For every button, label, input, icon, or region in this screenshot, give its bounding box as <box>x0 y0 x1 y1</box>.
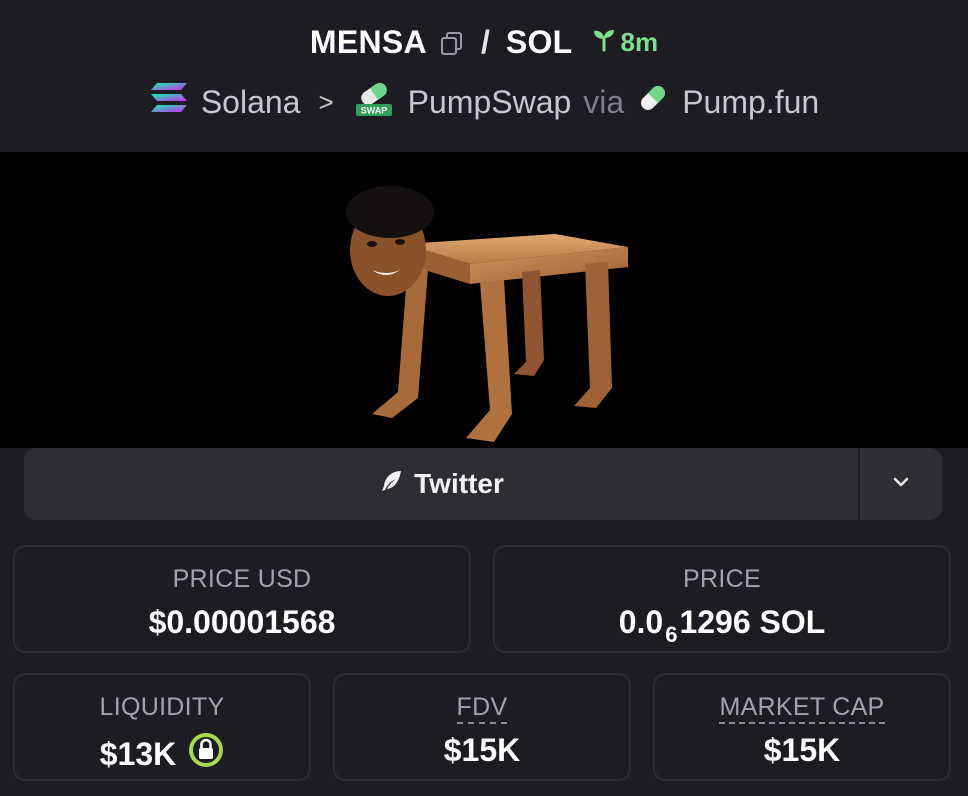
more-socials-button[interactable] <box>860 448 942 520</box>
pair-header: MENSA / SOL 8m Solana > SWAP PumpSwap vi… <box>0 0 968 152</box>
price-usd-label: PRICE USD <box>172 565 312 593</box>
price-usd-card: PRICE USD $0.00001568 <box>13 545 471 653</box>
feather-icon <box>378 468 404 501</box>
pumpswap-icon: SWAP <box>352 78 396 126</box>
market-cap-label[interactable]: MARKET CAP <box>719 693 885 724</box>
lock-icon[interactable] <box>188 732 224 776</box>
via-label: via <box>583 83 625 120</box>
price-label: PRICE <box>683 565 761 593</box>
market-cap-card: MARKET CAP $15K <box>653 673 951 781</box>
fdv-label[interactable]: FDV <box>456 693 508 724</box>
token-banner-image <box>0 152 968 448</box>
quote-symbol: SOL <box>505 24 573 60</box>
sprout-icon <box>591 26 617 59</box>
liquidity-card: LIQUIDITY $13K <box>13 673 311 781</box>
twitter-label: Twitter <box>414 468 504 499</box>
fdv-label-wrap: FDV <box>335 693 629 724</box>
dex-link[interactable]: PumpSwap <box>408 84 572 121</box>
chain-link[interactable]: Solana <box>201 84 301 121</box>
price-zero-count: 6 <box>665 621 678 647</box>
market-cap-label-wrap: MARKET CAP <box>655 693 949 724</box>
price-usd-value: $0.00001568 <box>148 604 336 640</box>
pair-title-row: MENSA / SOL 8m <box>0 24 968 61</box>
liquidity-row: $13K <box>15 732 309 776</box>
socials-bar: Twitter <box>24 448 942 520</box>
price-prefix: 0.0 <box>618 604 664 640</box>
liquidity-label: LIQUIDITY <box>99 693 225 721</box>
chevron-down-icon <box>891 475 911 494</box>
chain-breadcrumb: Solana > SWAP PumpSwap via Pump.fun <box>0 78 968 126</box>
twitter-button[interactable]: Twitter <box>24 448 858 520</box>
pumpswap-badge-text: SWAP <box>360 106 387 116</box>
price-card: PRICE 0.0 6 1296 SOL <box>493 545 951 653</box>
launchpad-link[interactable]: Pump.fun <box>682 84 819 121</box>
copy-icon[interactable] <box>439 30 465 56</box>
fdv-value: $15K <box>443 732 521 768</box>
price-value: 0.0 6 1296 SOL <box>495 604 949 647</box>
pair-separator: / <box>480 24 490 60</box>
price-suffix: 1296 SOL <box>679 604 826 640</box>
market-cap-value: $15K <box>763 732 841 768</box>
chevron-right-icon: > <box>318 86 334 117</box>
token-symbol: MENSA <box>309 24 427 60</box>
fdv-card: FDV $15K <box>333 673 631 781</box>
liquidity-value: $13K <box>99 735 177 772</box>
pill-icon <box>636 81 670 123</box>
pair-age: 8m <box>591 26 659 59</box>
pair-age-value: 8m <box>620 27 659 57</box>
solana-icon <box>149 81 189 123</box>
